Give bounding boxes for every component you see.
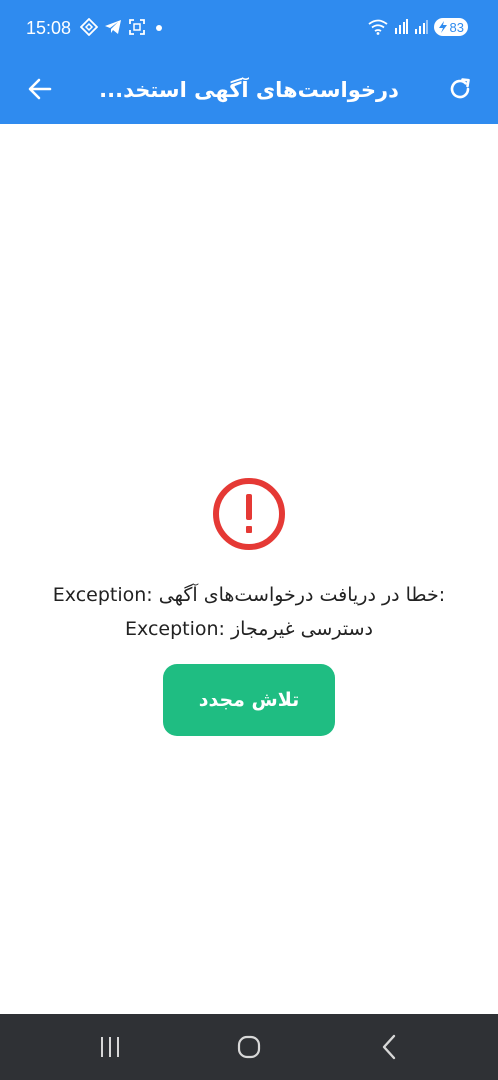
volte-signal-icon bbox=[395, 19, 408, 34]
arrow-back-icon bbox=[28, 78, 52, 100]
status-icons-left bbox=[80, 18, 166, 36]
wifi-icon bbox=[368, 19, 388, 35]
error-message: Exception: خطا در دریافت درخواست‌های آگه… bbox=[10, 578, 488, 646]
status-icons-right: 83 bbox=[368, 18, 468, 36]
error-circle-icon bbox=[211, 476, 287, 552]
error-message-line-2: Exception: دسترسی غیرمجاز bbox=[125, 618, 373, 640]
recent-apps-icon bbox=[101, 1037, 119, 1057]
app-bar: درخواست‌های آگهی استخد... bbox=[0, 58, 498, 124]
battery-level: 83 bbox=[449, 19, 464, 35]
home-icon bbox=[237, 1035, 261, 1059]
telegram-icon bbox=[105, 20, 121, 34]
notification-dot-icon bbox=[156, 25, 162, 31]
error-message-line-1: Exception: خطا در دریافت درخواست‌های آگه… bbox=[52, 584, 446, 606]
screenshot-icon bbox=[129, 19, 145, 35]
charging-bolt-icon bbox=[438, 21, 447, 33]
refresh-button[interactable] bbox=[442, 71, 478, 107]
recent-apps-button[interactable] bbox=[93, 1030, 127, 1064]
page-title: درخواست‌های آگهی استخد... bbox=[99, 78, 399, 102]
system-nav-bar bbox=[0, 1014, 498, 1080]
back-button[interactable] bbox=[22, 71, 58, 107]
status-time: 15:08 bbox=[26, 18, 72, 38]
refresh-icon bbox=[450, 78, 470, 99]
cellular-signal-icon bbox=[415, 20, 428, 34]
back-icon bbox=[382, 1034, 396, 1060]
vpn-key-icon bbox=[80, 18, 98, 36]
retry-button[interactable]: تلاش مجدد bbox=[163, 664, 335, 736]
nav-back-button[interactable] bbox=[372, 1030, 406, 1064]
home-button[interactable] bbox=[232, 1030, 266, 1064]
battery-charging-icon: 83 bbox=[434, 18, 468, 36]
status-bar: 15:08 83 bbox=[0, 0, 498, 58]
